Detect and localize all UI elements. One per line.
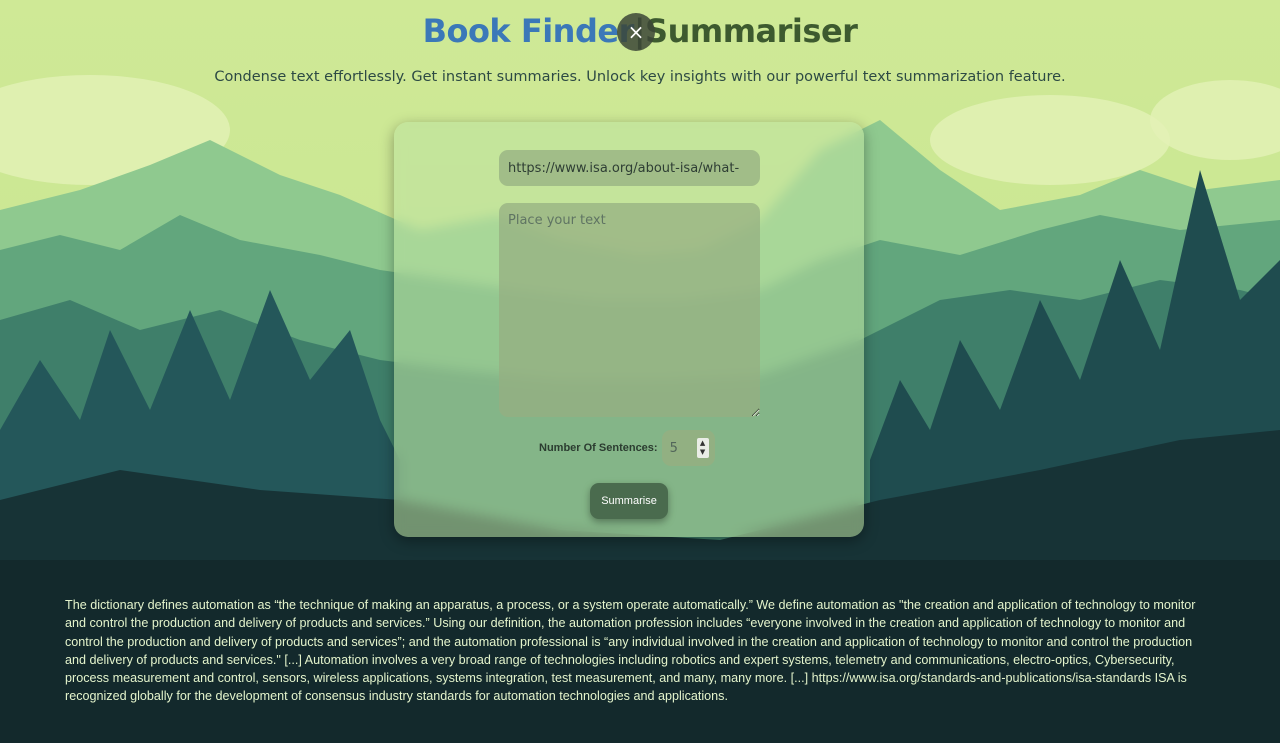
title-summariser: Summariser bbox=[645, 12, 858, 50]
number-spinner[interactable]: ▲ ▼ bbox=[696, 438, 709, 458]
sentences-control: Number Of Sentences: 5 ▲ ▼ bbox=[539, 430, 715, 466]
url-input[interactable] bbox=[499, 150, 760, 186]
summary-output: The dictionary defines automation as “th… bbox=[65, 598, 1196, 704]
close-icon: × bbox=[627, 20, 645, 44]
sentences-number-input[interactable]: 5 ▲ ▼ bbox=[661, 430, 715, 466]
sentences-value: 5 bbox=[669, 440, 678, 456]
chevron-down-icon[interactable]: ▼ bbox=[700, 448, 705, 457]
title-book-finder: Book Finder bbox=[422, 12, 635, 50]
chevron-up-icon[interactable]: ▲ bbox=[700, 439, 705, 448]
summarise-button[interactable]: Summarise bbox=[590, 483, 668, 519]
sentences-label: Number Of Sentences: bbox=[539, 442, 658, 454]
page-subtitle: Condense text effortlessly. Get instant … bbox=[214, 69, 1066, 85]
summariser-form-card: Number Of Sentences: 5 ▲ ▼ Summarise bbox=[394, 122, 864, 537]
close-button[interactable]: × bbox=[617, 13, 655, 51]
text-input-area[interactable] bbox=[499, 203, 760, 417]
